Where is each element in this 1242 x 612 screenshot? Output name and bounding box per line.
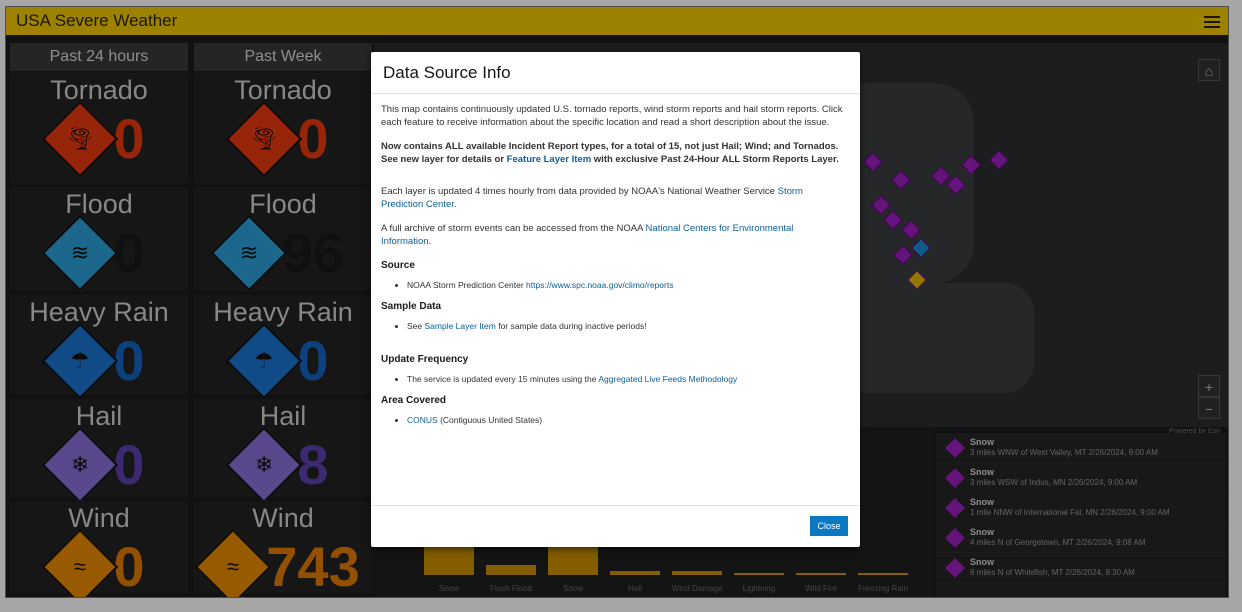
update-item: The service is updated every 15 minutes …: [407, 373, 846, 386]
area-heading: Area Covered: [381, 395, 447, 406]
conus-link[interactable]: CONUS: [407, 415, 438, 425]
spc-url-link[interactable]: https://www.spc.noaa.gov/climo/reports: [526, 280, 673, 290]
modal-title: Data Source Info: [371, 52, 860, 94]
source-list: NOAA Storm Prediction Center https://www…: [407, 279, 846, 292]
notice-line-2a: See new layer for details or: [381, 153, 507, 165]
close-button[interactable]: Close: [810, 516, 848, 536]
sample-text-b: for sample data during inactive periods!: [495, 320, 647, 331]
sample-item: See Sample Layer Item for sample data du…: [407, 320, 846, 333]
feature-layer-link[interactable]: Feature Layer Item: [507, 154, 591, 165]
methodology-link[interactable]: Aggregated Live Feeds Methodology: [598, 374, 737, 384]
update-list: The service is updated every 15 minutes …: [407, 373, 846, 386]
source-heading: Source: [381, 260, 415, 271]
archive-text: A full archive of storm events can be ac…: [381, 223, 846, 248]
notice-line-1: Now contains ALL available Incident Repo…: [381, 141, 839, 152]
notice-line-2b: with exclusive Past 24-Hour ALL Storm Re…: [591, 153, 839, 165]
source-item: NOAA Storm Prediction Center https://www…: [407, 279, 846, 292]
sample-layer-link[interactable]: Sample Layer Item: [425, 321, 496, 331]
update-text: Each layer is updated 4 times hourly fro…: [381, 186, 846, 211]
modal-footer: Close: [371, 505, 860, 547]
area-text: (Contiguous United States): [437, 414, 543, 425]
notice-text: Now contains ALL available Incident Repo…: [381, 141, 846, 166]
sample-text-a: See: [407, 320, 425, 331]
update-frequency-heading: Update Frequency: [381, 354, 469, 365]
sample-heading: Sample Data: [381, 301, 442, 312]
source-text: NOAA Storm Prediction Center: [407, 279, 527, 290]
data-source-modal: Data Source Info This map contains conti…: [371, 52, 860, 547]
area-list: CONUS (Contiguous United States): [407, 414, 846, 427]
update-text-a: Each layer is updated 4 times hourly fro…: [381, 186, 778, 197]
modal-body: This map contains continuously updated U…: [381, 104, 846, 436]
sample-list: See Sample Layer Item for sample data du…: [407, 320, 846, 333]
intro-text: This map contains continuously updated U…: [381, 104, 843, 128]
update-text-b: .: [453, 198, 457, 210]
archive-text-a: A full archive of storm events can be ac…: [381, 223, 646, 234]
update-frequency-text: The service is updated every 15 minutes …: [407, 373, 599, 384]
archive-text-b: .: [428, 235, 432, 247]
area-item: CONUS (Contiguous United States): [407, 414, 846, 427]
